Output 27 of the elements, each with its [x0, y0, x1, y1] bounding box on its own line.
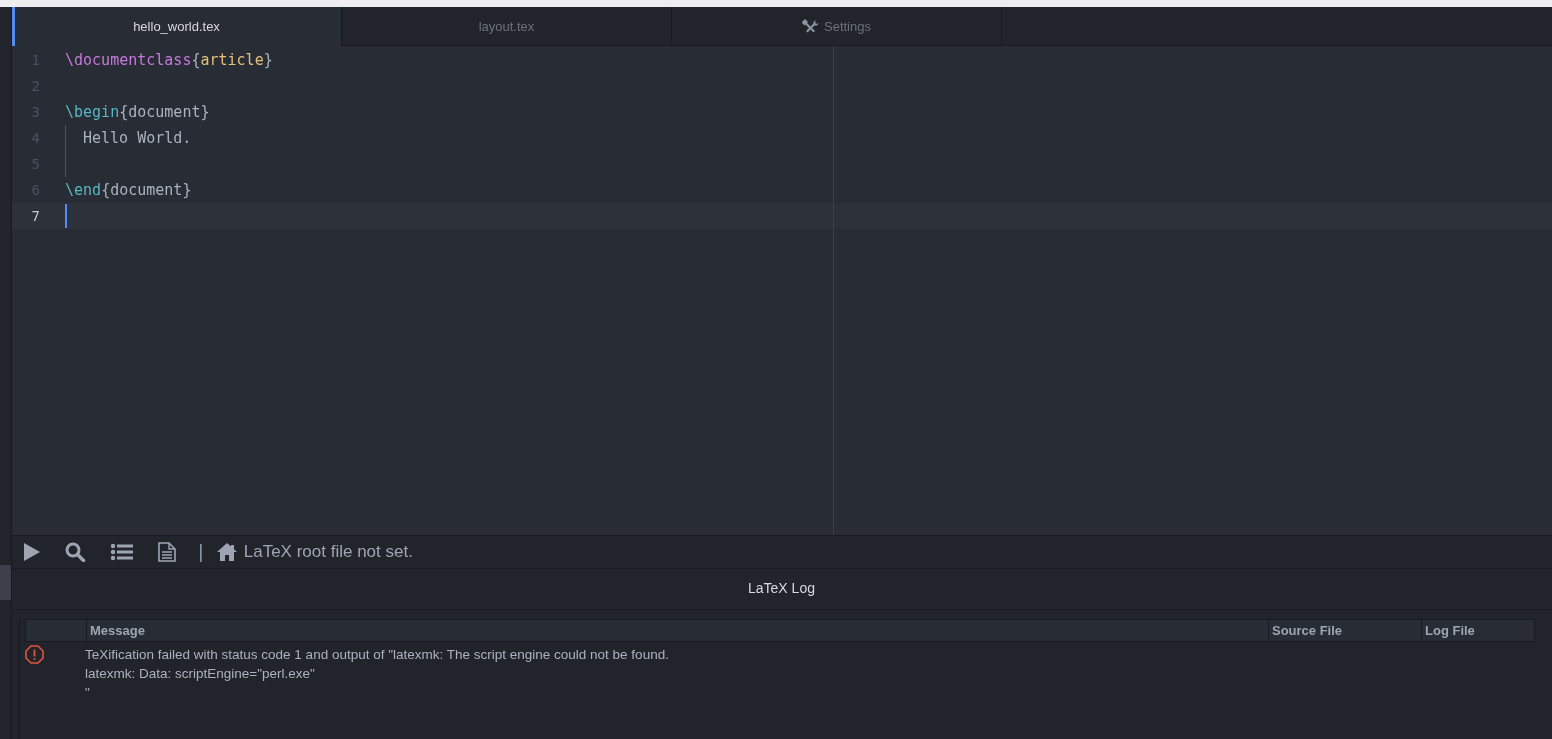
column-header: Message: [87, 620, 1269, 641]
tab[interactable]: hello_world.tex: [12, 7, 342, 46]
text-cursor: [65, 204, 67, 228]
code-line: Hello World.: [83, 129, 192, 147]
toolbar-separator: |: [198, 541, 204, 562]
log-message: latexmk: Data: scriptEngine="perl.exe": [85, 665, 316, 683]
document-icon: [157, 541, 177, 562]
sidebar-handle[interactable]: [0, 565, 11, 600]
code-line: \documentclass{article}: [65, 51, 273, 69]
panel-title: LaTeX Log: [11, 569, 1552, 610]
column-header: Source File: [1269, 620, 1422, 641]
home-icon: [215, 541, 238, 562]
play-icon: [22, 541, 42, 562]
error-icon: [25, 645, 44, 664]
search-icon: [65, 541, 87, 562]
tab[interactable]: layout.tex: [342, 7, 672, 45]
code-line: \begin{document}: [65, 103, 210, 121]
document-button[interactable]: [157, 539, 177, 564]
code-line: \end{document}: [65, 181, 192, 199]
column-header: Log File: [1424, 622, 1476, 640]
tools-icon: [802, 17, 820, 35]
tab[interactable]: Settings: [672, 7, 1002, 45]
list-icon: [110, 541, 134, 562]
root-file-status: LaTeX root file not set.: [243, 541, 413, 562]
line-number: 7: [30, 208, 41, 224]
log-message: ": [85, 684, 91, 702]
log-message: TeXification failed with status code 1 and output of "latexmk: The script engine could not be found.: [85, 646, 670, 664]
